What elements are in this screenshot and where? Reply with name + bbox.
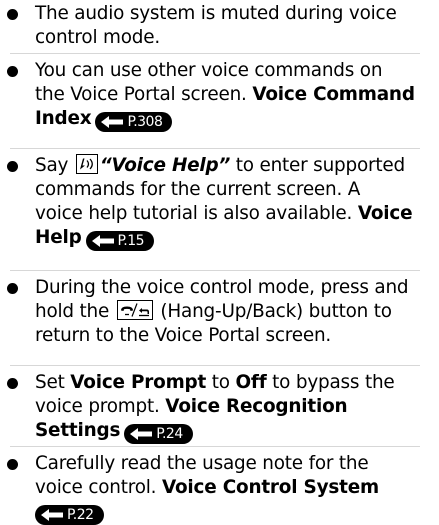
link-title: Voice Recognition xyxy=(165,396,348,417)
note-text-line: Help P.15 xyxy=(35,226,439,251)
page-reference-arrow-icon xyxy=(101,116,124,128)
divider xyxy=(10,148,420,149)
link-title: Voice Command xyxy=(252,84,415,105)
note-text-line: Say “Voice Help” to enter supported xyxy=(35,154,439,178)
page-reference-link[interactable]: P.22 xyxy=(35,505,104,525)
note-usage: Carefully read the usage note for the vo… xyxy=(0,452,439,525)
link-title: Voice Control System xyxy=(161,477,379,498)
page-reference-number: P.15 xyxy=(117,233,145,249)
note-text-line: P.22 xyxy=(31,500,439,525)
voice-command-quote: “Voice Help” xyxy=(99,155,231,176)
note-text-line: Set Voice Prompt to Off to bypass the xyxy=(35,371,439,395)
note-text-line: voice help tutorial is also available. V… xyxy=(35,202,439,226)
note-text-line: hold the (Hang-Up/Back) button to xyxy=(35,300,439,324)
link-title: Voice xyxy=(357,203,413,224)
note-voice-help: Say “Voice Help” to enter supported comm… xyxy=(0,154,439,251)
page-reference-arrow-icon xyxy=(130,428,153,440)
divider xyxy=(10,446,420,447)
note-muted: The audio system is muted during voice c… xyxy=(0,2,439,50)
page-reference-arrow-icon xyxy=(91,235,114,247)
talk-button-icon xyxy=(75,154,98,174)
page-reference-link[interactable]: P.308 xyxy=(95,112,173,132)
note-text-line: Settings P.24 xyxy=(35,419,439,444)
bullet-icon xyxy=(7,161,18,172)
note-text: the Voice Portal screen. xyxy=(35,84,253,105)
bullet-icon xyxy=(7,283,18,294)
note-text: Carefully read the usage note for the xyxy=(35,453,369,474)
bullet-icon xyxy=(7,66,18,77)
note-text: to enter supported xyxy=(230,155,405,176)
note-text: voice help tutorial is also available. xyxy=(35,203,358,224)
link-title: Index xyxy=(35,108,92,129)
page-reference-number: P.308 xyxy=(127,114,163,130)
note-text: The audio system is muted during voice xyxy=(35,3,397,24)
note-text: You can use other voice commands on xyxy=(35,60,383,81)
note-other-commands: You can use other voice commands on the … xyxy=(0,59,439,132)
page-reference-number: P.24 xyxy=(156,426,183,442)
hang-up-back-button-icon xyxy=(116,300,153,320)
note-text-line: Index P.308 xyxy=(35,107,439,132)
note-text: control mode. xyxy=(35,27,160,48)
note-text: to xyxy=(206,372,236,393)
divider xyxy=(10,53,420,54)
page-reference-number: P.22 xyxy=(67,507,94,523)
note-text: (Hang-Up/Back) button to xyxy=(154,301,392,322)
note-text: return to the Voice Portal screen. xyxy=(35,325,332,346)
note-text-line: voice prompt. Voice Recognition xyxy=(35,395,439,419)
note-text: voice prompt. xyxy=(35,396,166,417)
note-text: to bypass the xyxy=(266,372,395,393)
note-text: voice control. xyxy=(35,477,162,498)
link-title: Settings xyxy=(35,420,121,441)
note-text-line: the Voice Portal screen. Voice Command xyxy=(35,83,439,107)
setting-name: Voice Prompt xyxy=(70,372,207,393)
note-hang-up: During the voice control mode, press and… xyxy=(0,276,439,348)
page-reference-link[interactable]: P.15 xyxy=(85,231,155,251)
note-text: hold the xyxy=(35,301,115,322)
bullet-icon xyxy=(7,459,18,470)
bullet-icon xyxy=(7,378,18,389)
bullet-icon xyxy=(7,9,18,20)
note-text: commands for the current screen. A xyxy=(35,179,361,200)
note-text: Say xyxy=(35,155,69,176)
page-reference-link[interactable]: P.24 xyxy=(124,424,193,444)
page-reference-arrow-icon xyxy=(41,509,63,521)
note-voice-prompt: Set Voice Prompt to Off to bypass the vo… xyxy=(0,371,439,444)
note-text: Set xyxy=(35,372,71,393)
note-text: During the voice control mode, press and xyxy=(35,277,409,298)
note-text-line: voice control. Voice Control System xyxy=(35,476,439,500)
divider xyxy=(10,270,420,271)
divider xyxy=(10,365,420,366)
setting-value: Off xyxy=(235,372,267,393)
link-title: Help xyxy=(35,227,82,248)
